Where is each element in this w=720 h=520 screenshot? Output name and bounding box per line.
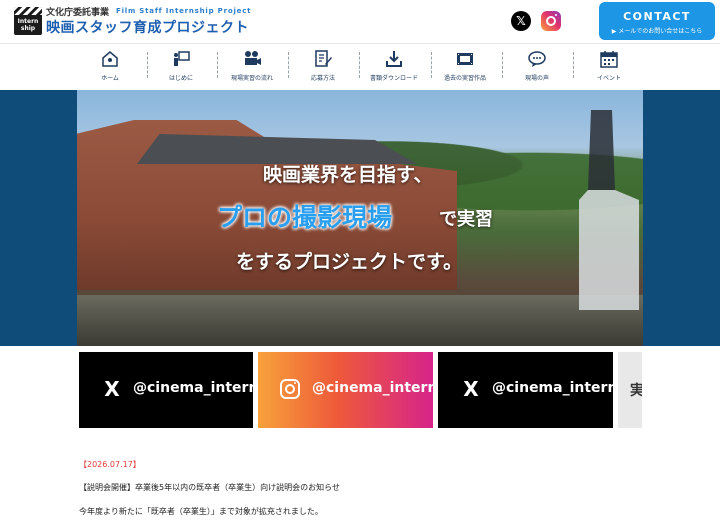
hero-headline-line3: をするプロジェクトです。 (236, 251, 463, 273)
contact-button-sublabel: ▶ メールでのお問い合せはこちら (611, 28, 703, 35)
nav-divider (502, 52, 503, 78)
next-banner-partial[interactable]: 実 (618, 352, 642, 428)
clapperboard-logo-icon: Intern ship (14, 7, 42, 35)
nav-divider (147, 52, 148, 78)
x-banner[interactable]: X @cinema_intern (79, 352, 253, 428)
nav-item-download[interactable]: 書類ダウンロード (365, 49, 423, 85)
nav-item-voices[interactable]: 現場の声 (508, 49, 566, 85)
x-link-icon[interactable]: 𝕏 (511, 11, 531, 31)
nav-item-intro[interactable]: はじめに (152, 49, 210, 85)
edit-document-icon (315, 50, 332, 67)
next-banner-text: 実 (630, 383, 642, 399)
nav-item-events[interactable]: イベント (580, 49, 638, 85)
speech-bubble-icon (528, 51, 546, 67)
home-icon (102, 51, 118, 67)
nav-divider (431, 52, 432, 78)
news-title-link[interactable]: 【説明会開催】卒業後5年以内の既卒者（卒業生）向け説明会のお知らせ (79, 482, 340, 493)
x-banner[interactable]: X @cinema_intern (438, 352, 613, 428)
x-banner-handle: @cinema_intern (133, 380, 253, 396)
news-body: 今年度より新たに「既卒者（卒業生）」まで対象が拡充されました。 (79, 507, 323, 516)
main-nav: ホーム はじめに 現場実習の流れ 応募方法 書類ダウンロード 過去の実習作品 現… (0, 43, 720, 90)
logo-title: 映画スタッフ育成プロジェクト (46, 20, 249, 36)
presenter-icon (174, 51, 190, 66)
movie-camera-icon (245, 51, 261, 65)
news-date: 【2026.07.17】 (79, 460, 141, 469)
hero-headline-highlight: プロの撮影現場 (217, 203, 393, 232)
nav-item-home[interactable]: ホーム (81, 49, 139, 85)
nav-divider (288, 52, 289, 78)
download-icon (386, 51, 402, 67)
contact-button[interactable]: CONTACT ▶ メールでのお問い合せはこちら (599, 2, 715, 40)
x-icon: X (104, 377, 120, 401)
hero-headline-line2-suffix: で実習 (439, 209, 493, 230)
site-logo[interactable]: Intern ship 文化庁委託事業 Film Staff Internshi… (14, 4, 251, 38)
x-banner-handle: @cinema_intern (492, 380, 613, 396)
nav-divider (573, 52, 574, 78)
nav-item-works[interactable]: 過去の実習作品 (436, 49, 494, 85)
instagram-banner[interactable]: @cinema_intern (258, 352, 433, 428)
film-icon (457, 53, 473, 65)
instagram-banner-handle: @cinema_intern (312, 380, 433, 396)
instagram-link-icon[interactable] (541, 11, 561, 31)
site-header: Intern ship 文化庁委託事業 Film Staff Internshi… (0, 0, 720, 43)
instagram-icon (280, 379, 300, 399)
calendar-icon (600, 51, 618, 68)
nav-divider (217, 52, 218, 78)
contact-button-label: CONTACT (623, 10, 691, 23)
nav-divider (359, 52, 360, 78)
x-icon: X (463, 377, 479, 401)
nav-item-apply[interactable]: 応募方法 (294, 49, 352, 85)
nav-item-flow[interactable]: 現場実習の流れ (223, 49, 281, 85)
logo-subtitle-en: Film Staff Internship Project (116, 7, 252, 15)
hero-section: 映画業界を目指す、 プロの撮影現場 で実習 をするプロジェクトです。 (0, 90, 720, 346)
hero-headline-line1: 映画業界を目指す、 (263, 164, 433, 186)
